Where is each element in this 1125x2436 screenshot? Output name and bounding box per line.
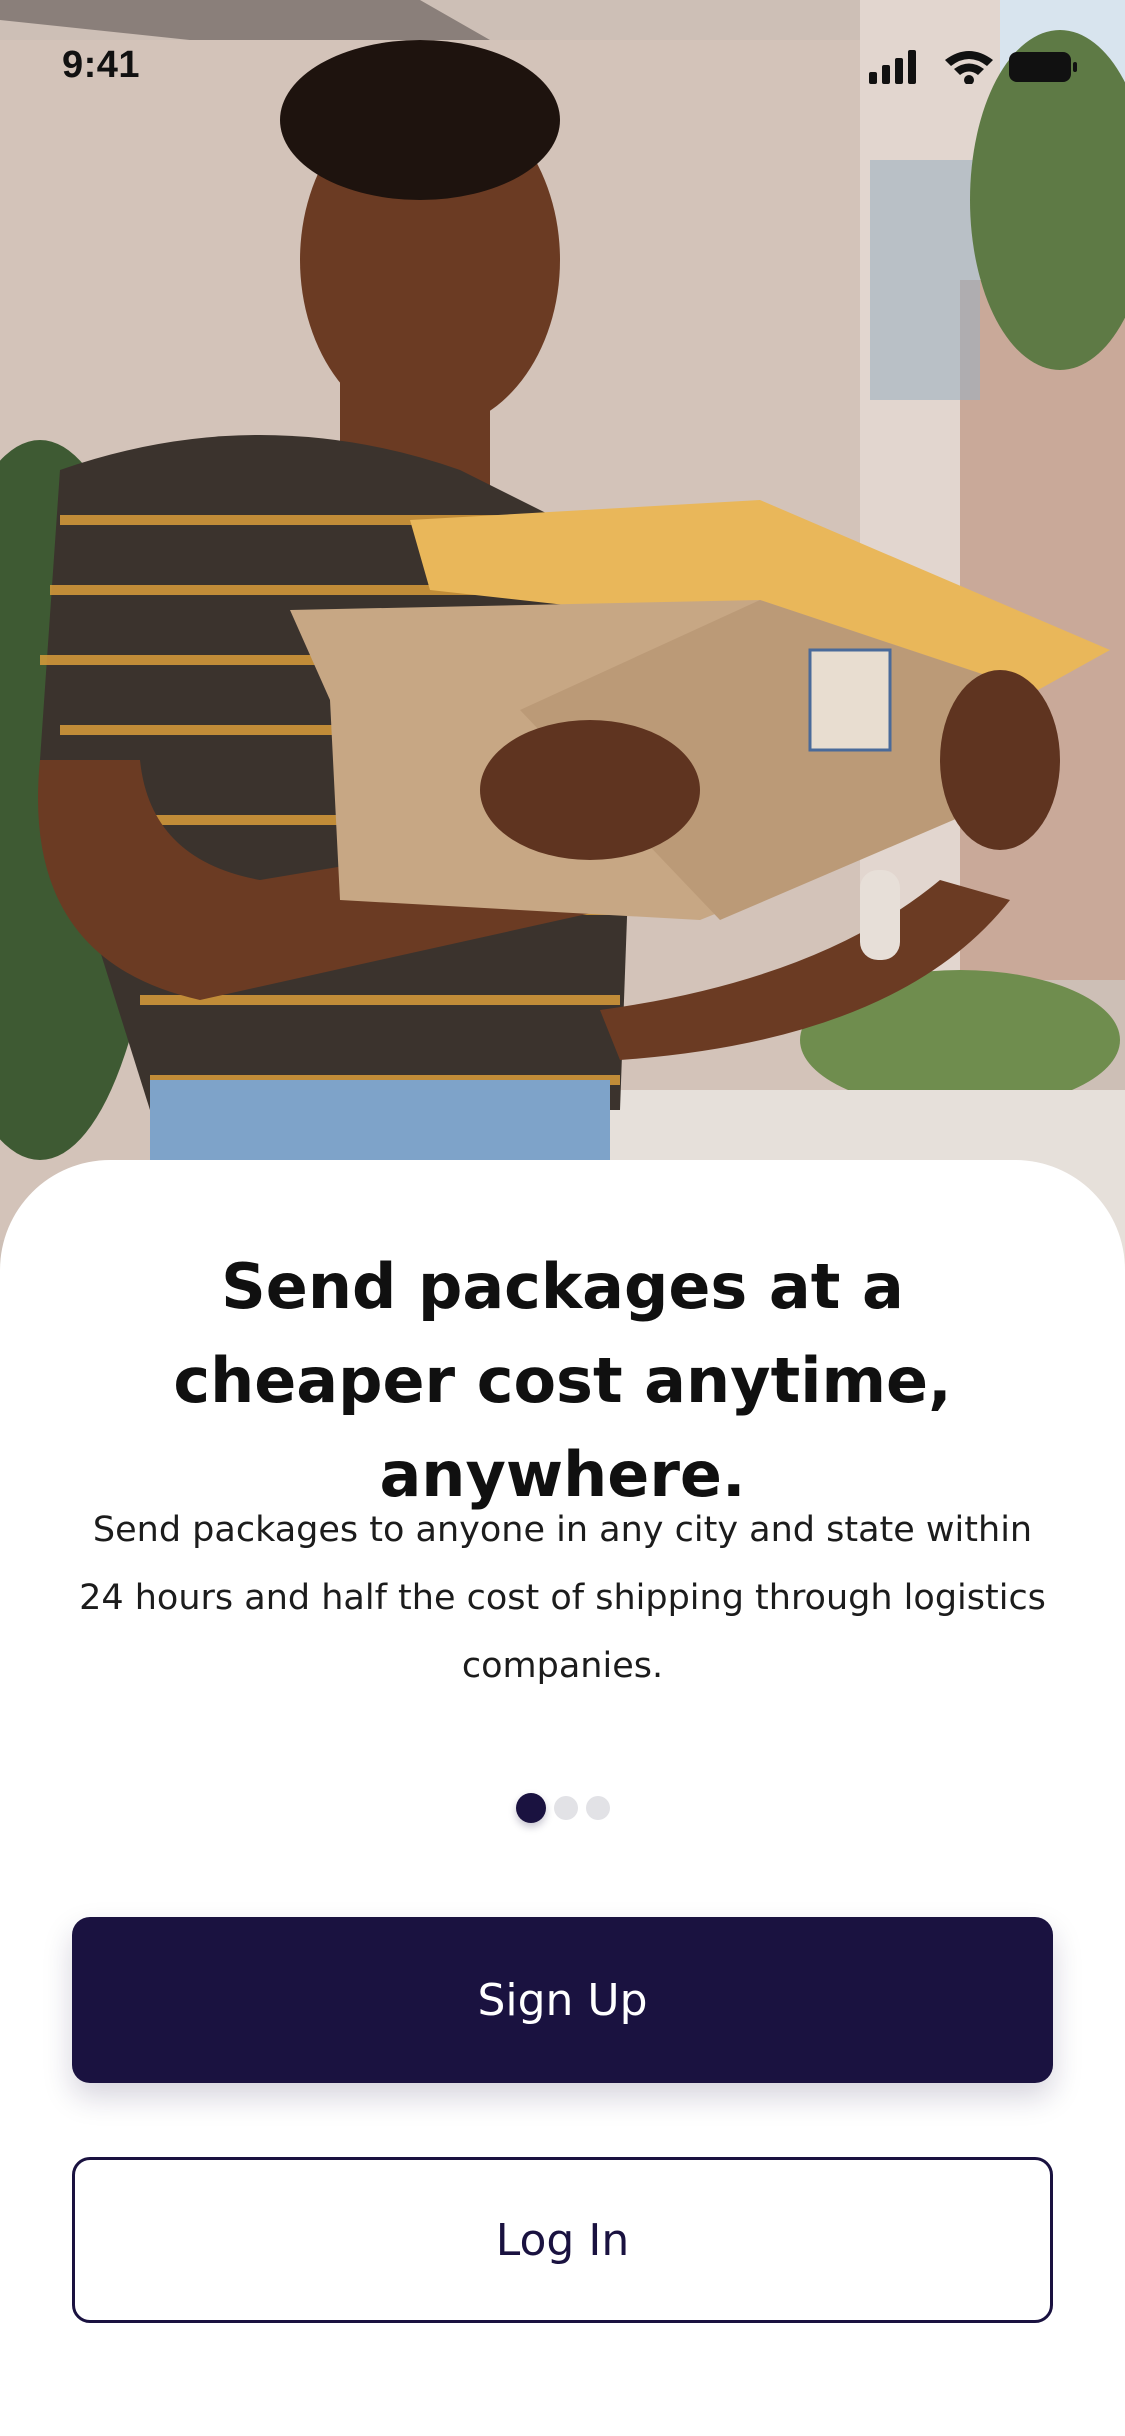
- status-bar: 9:41: [0, 0, 1125, 132]
- battery-icon: [1009, 52, 1077, 82]
- page-dot-2[interactable]: [553, 1796, 578, 1820]
- onboarding-description: Send packages to anyone in any city and …: [79, 1510, 1046, 1686]
- page-indicator: [0, 1792, 1125, 1824]
- page-dot-1[interactable]: [515, 1793, 546, 1823]
- hero-photo: [0, 0, 1125, 1300]
- hero-illustration: [0, 0, 1125, 1300]
- onboarding-headline: Send packages at a cheaper cost anytime,…: [173, 1250, 952, 1511]
- status-time: 9:41: [62, 44, 141, 86]
- cellular-signal-icon: [869, 50, 916, 84]
- onboarding-sheet: Send packages at a cheaper cost anytime,…: [0, 1160, 1125, 2436]
- wifi-icon: [945, 51, 993, 84]
- sign-up-button[interactable]: Sign Up: [72, 1917, 1053, 2083]
- status-icons: [869, 50, 1077, 84]
- page-dot-3[interactable]: [585, 1796, 610, 1820]
- log-in-button[interactable]: Log In: [72, 2157, 1053, 2323]
